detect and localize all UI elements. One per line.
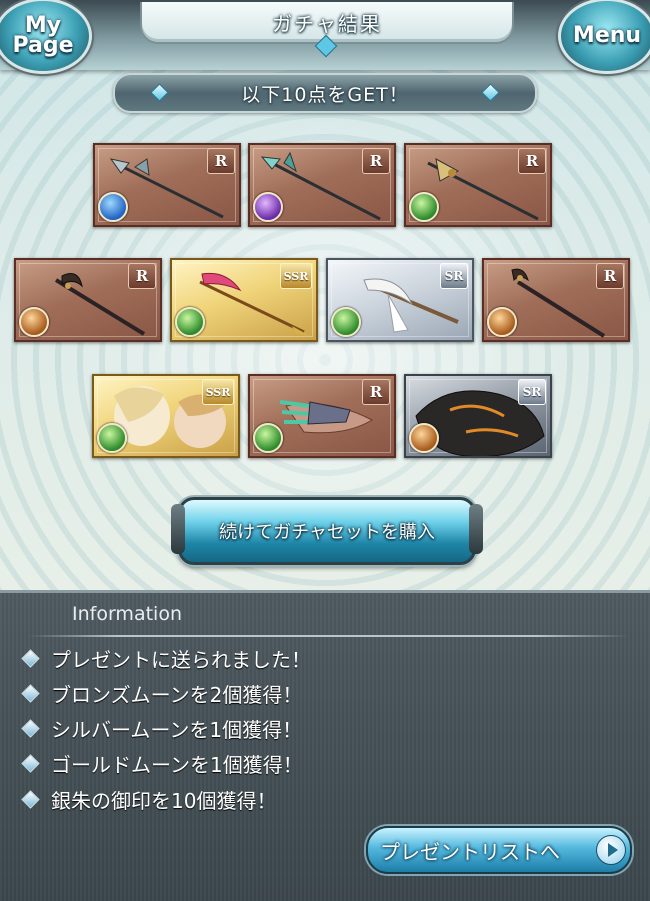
information-title: Information: [72, 603, 182, 625]
arrow-right-icon: [596, 835, 626, 865]
menu-label: Menu: [572, 23, 642, 48]
item-card[interactable]: R: [482, 258, 630, 342]
present-list-button[interactable]: プレゼントリストへ: [366, 826, 632, 874]
rarity-badge: R: [207, 148, 235, 174]
item-card[interactable]: SSR: [92, 374, 240, 458]
diamond-bullet-icon: [21, 648, 40, 668]
info-message: ゴールドムーンを1個獲得！: [21, 748, 303, 778]
page-title: ガチャ結果: [272, 11, 382, 36]
rarity-badge: SSR: [280, 263, 312, 289]
earth-element-icon: [19, 307, 49, 337]
rarity-badge: SSR: [202, 379, 234, 405]
wind-element-icon: [253, 423, 283, 453]
item-card[interactable]: SR: [326, 258, 474, 342]
water-element-icon: [98, 192, 128, 222]
rarity-badge: SR: [518, 379, 546, 405]
info-message: ブロンズムーンを2個獲得！: [21, 678, 302, 708]
rarity-badge: R: [596, 263, 624, 289]
item-card[interactable]: R: [14, 258, 162, 342]
wind-element-icon: [97, 423, 127, 453]
earth-element-icon: [409, 423, 439, 453]
top-bar: My Page ガチャ結果 Menu: [0, 0, 650, 74]
diamond-icon: [150, 83, 169, 102]
diamond-bullet-icon: [21, 718, 40, 738]
info-message: 銀朱の御印を10個獲得！: [21, 784, 276, 814]
get-banner: 以下10点をGET！: [113, 73, 537, 113]
item-card[interactable]: R: [404, 143, 552, 227]
item-card[interactable]: SSR: [170, 258, 318, 342]
continue-gacha-label: 続けてガチャセットを購入: [219, 522, 435, 543]
rarity-badge: R: [518, 148, 546, 174]
item-card[interactable]: R: [248, 374, 396, 458]
diamond-bullet-icon: [21, 683, 40, 703]
dark-element-icon: [253, 192, 283, 222]
diamond-bullet-icon: [21, 753, 40, 773]
rarity-badge: R: [128, 263, 156, 289]
wind-element-icon: [331, 307, 361, 337]
my-page-button[interactable]: My Page: [0, 0, 92, 74]
item-card[interactable]: R: [248, 143, 396, 227]
gacha-result-stage: My Page ガチャ結果 Menu 以下10点をGET！ R R R R SS…: [0, 0, 650, 590]
diamond-bullet-icon: [21, 789, 40, 809]
item-card[interactable]: SR: [404, 374, 552, 458]
present-list-label: プレゼントリストへ: [380, 839, 560, 864]
item-card[interactable]: R: [93, 143, 241, 227]
rarity-badge: R: [362, 379, 390, 405]
get-banner-text: 以下10点をGET！: [241, 83, 409, 106]
info-message: プレゼントに送られました！: [21, 643, 311, 673]
info-message: シルバームーンを1個獲得！: [21, 713, 302, 743]
divider: [28, 635, 628, 637]
earth-element-icon: [487, 307, 517, 337]
wind-element-icon: [409, 192, 439, 222]
rarity-badge: SR: [440, 263, 468, 289]
my-page-label: My Page: [12, 13, 74, 58]
diamond-icon: [481, 83, 500, 102]
rarity-badge: R: [362, 148, 390, 174]
menu-button[interactable]: Menu: [558, 0, 650, 74]
continue-gacha-button[interactable]: 続けてガチャセットを購入: [171, 497, 483, 565]
wind-element-icon: [175, 307, 205, 337]
